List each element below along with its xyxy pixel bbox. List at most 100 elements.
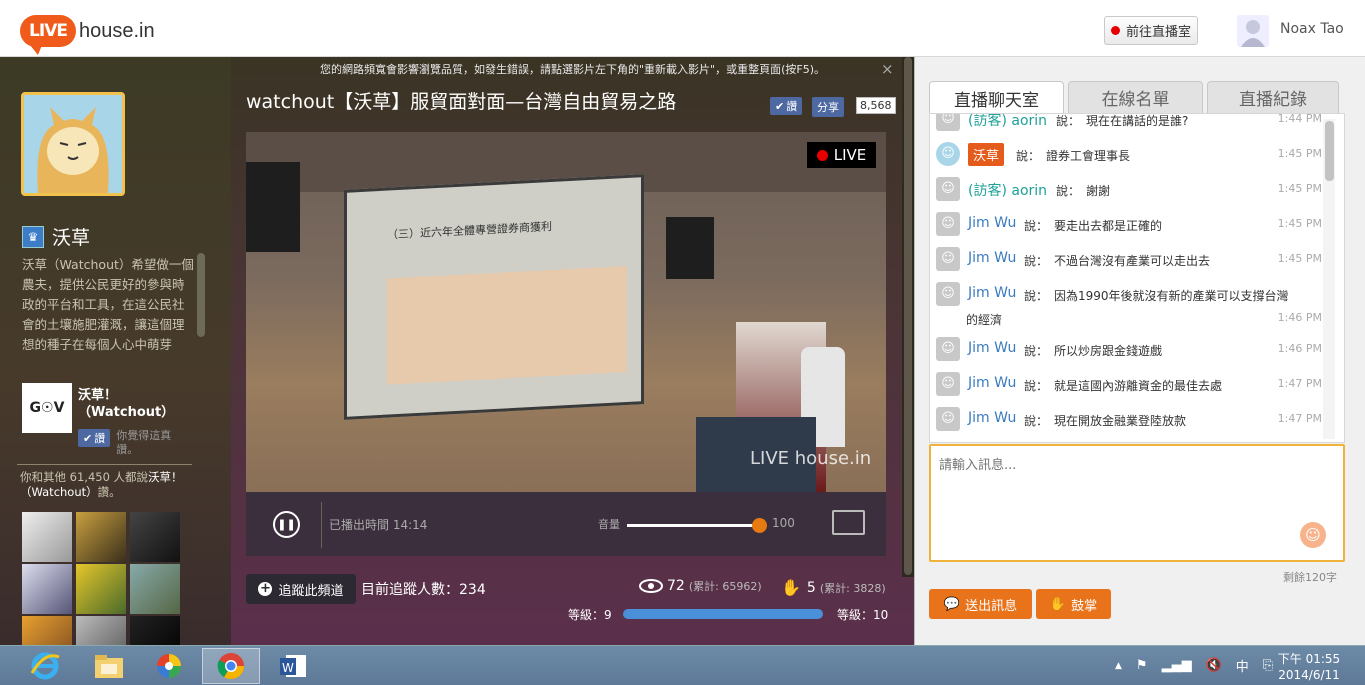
loudspeaker-right — [666, 217, 714, 279]
taskbar-clock[interactable]: 下午 01:55 2014/6/11 — [1276, 651, 1342, 683]
top-header: LIVE house.in 前往直播室 Noax Tao — [0, 0, 1365, 57]
host-avatar-icon: ☺ — [936, 142, 960, 166]
channel-sidebar: ♛ 沃草 沃草（Watchout）希望做一個農夫，提供公民更好的參與時政的平台和… — [0, 57, 231, 666]
send-label: 送出訊息 — [965, 598, 1018, 614]
like-button[interactable]: ✔ 讚 — [770, 97, 803, 115]
cartoon-character-icon — [24, 95, 122, 193]
fan-avatar[interactable] — [130, 564, 180, 614]
fullscreen-button[interactable] — [832, 510, 865, 535]
fb-count-suffix: 讚。 — [97, 485, 121, 499]
clap-hands-icon: ✋ — [1049, 596, 1067, 612]
message-text: 所以炒房跟金錢遊戲 — [1054, 344, 1163, 358]
message-author[interactable]: Jim Wu — [968, 340, 1016, 356]
message-time: 1:47 PM — [1277, 412, 1322, 425]
picasa-icon[interactable] — [140, 648, 198, 684]
message-text-continued: 的經濟 — [966, 313, 1003, 327]
says-label: 說： — [1024, 254, 1049, 268]
channel-avatar[interactable] — [21, 92, 125, 196]
user-name[interactable]: Noax Tao — [1280, 21, 1344, 37]
fan-avatar[interactable] — [130, 512, 180, 562]
clock-date: 2014/6/11 — [1278, 668, 1340, 682]
page-scrollbar-thumb[interactable] — [904, 57, 912, 575]
message-author[interactable]: (訪客) aorin — [968, 114, 1047, 130]
emoji-button[interactable]: ☺ — [1300, 522, 1326, 548]
send-message-button[interactable]: 💬 送出訊息 — [929, 589, 1032, 619]
input-method-icon[interactable]: ⎘ — [1263, 658, 1273, 673]
chrome-icon[interactable] — [202, 648, 260, 684]
divider — [321, 502, 322, 548]
user-avatar-icon: ☺ — [936, 282, 960, 306]
share-button[interactable]: 分享 — [812, 97, 844, 117]
chat-messages: ☺ (訪客) aorin 說： 現在在講話的是誰? 1:44 PM ☺ 沃草 說… — [929, 113, 1345, 443]
message-time: 1:46 PM — [1277, 342, 1322, 355]
message-author[interactable]: 沃草 — [968, 143, 1005, 166]
message-time: 1:44 PM — [1277, 113, 1322, 125]
message-author[interactable]: (訪客) aorin — [968, 180, 1047, 200]
volume-muted-icon[interactable]: 🔇 — [1206, 658, 1222, 673]
follow-channel-button[interactable]: + 追蹤此頻道 — [246, 574, 356, 604]
message-text: 現在在講話的是誰? — [1086, 114, 1189, 128]
ime-indicator[interactable]: 中 — [1236, 656, 1249, 675]
says-label: 說： — [1024, 414, 1049, 428]
pause-button[interactable]: ❚❚ — [273, 511, 300, 538]
picasa-pinwheel-icon — [157, 654, 181, 678]
player-controls: ❚❚ 已播出時間 14:14 音量 100 — [246, 492, 886, 556]
fan-avatar[interactable] — [22, 564, 72, 614]
network-signal-icon[interactable]: ▂▄▆ — [1162, 658, 1192, 673]
volume-value: 100 — [772, 516, 795, 530]
chat-panel: 直播聊天室 在線名單 直播紀錄 ☺ (訪客) aorin 說： 現在在講話的是誰… — [914, 57, 1365, 645]
fb-like-note: 你覺得這真讚。 — [116, 429, 172, 456]
message-author[interactable]: Jim Wu — [968, 215, 1016, 231]
message-author[interactable]: Jim Wu — [968, 285, 1016, 301]
fan-avatar[interactable] — [76, 512, 126, 562]
volume-slider-handle[interactable] — [752, 518, 767, 533]
claps-value: 5 — [806, 579, 816, 596]
slide-table — [387, 266, 627, 385]
volume-slider[interactable] — [627, 524, 759, 527]
tab-chat-room[interactable]: 直播聊天室 — [929, 81, 1064, 114]
message-text: 因為1990年後就沒有新的產業可以支撐台灣 — [1054, 289, 1289, 303]
message-author[interactable]: Jim Wu — [968, 410, 1016, 426]
message-time: 1:47 PM — [1277, 377, 1322, 390]
message-time: 1:45 PM — [1277, 182, 1322, 195]
viewer-count: 72 (累計: 65962) — [639, 578, 762, 594]
says-label: 說： — [1024, 219, 1049, 233]
description-scrollbar[interactable] — [197, 253, 205, 337]
plus-icon: + — [258, 581, 273, 596]
chat-scrollbar-thumb[interactable] — [1325, 121, 1334, 181]
action-center-flag-icon[interactable]: ⚑ — [1136, 658, 1148, 673]
fan-avatar[interactable] — [76, 564, 126, 614]
chat-message-input[interactable] — [929, 444, 1345, 562]
viewers-total: (累計: 65962) — [688, 580, 762, 593]
video-watermark: LIVE house.in — [750, 448, 872, 469]
video-player[interactable]: （三）近六年全體專營證券商獲利 LIVE LIVE house.in — [246, 132, 886, 492]
livehouse-logo[interactable]: LIVE house.in — [20, 10, 155, 55]
ie-icon[interactable] — [16, 648, 74, 684]
projection-screen: （三）近六年全體專營證券商獲利 — [344, 174, 644, 420]
current-level: 等級：9 — [568, 608, 612, 622]
user-avatar[interactable] — [1237, 15, 1269, 47]
divider — [17, 464, 192, 465]
says-label: 說： — [1024, 344, 1049, 358]
tab-live-history[interactable]: 直播紀錄 — [1207, 81, 1339, 113]
goto-live-label: 前往直播室 — [1125, 25, 1191, 40]
word-icon[interactable]: W — [264, 648, 322, 684]
clap-button[interactable]: ✋ 鼓掌 — [1036, 589, 1111, 619]
tab-online-list[interactable]: 在線名單 — [1068, 81, 1203, 113]
file-explorer-icon[interactable] — [80, 648, 138, 684]
close-icon[interactable]: × — [881, 60, 894, 78]
goto-live-room-button[interactable]: 前往直播室 — [1104, 16, 1198, 45]
crown-icon: ♛ — [22, 225, 44, 248]
follower-count: 目前追蹤人數：234 — [361, 582, 486, 598]
fb-page-logo[interactable]: G☉V — [22, 383, 72, 433]
pause-icon: ❚❚ — [277, 518, 296, 531]
fb-page-title[interactable]: 沃草！（Watchout） — [78, 387, 198, 421]
message-author[interactable]: Jim Wu — [968, 250, 1016, 266]
chrome-logo-icon — [217, 653, 245, 680]
fb-like-button[interactable]: ✔ 讚 — [78, 429, 111, 447]
message-author[interactable]: Jim Wu — [968, 375, 1016, 391]
fan-avatar[interactable] — [22, 512, 72, 562]
viewers-value: 72 — [667, 578, 685, 594]
user-avatar-icon: ☺ — [936, 337, 960, 361]
show-hidden-icons-icon[interactable]: ▲ — [1115, 661, 1122, 671]
